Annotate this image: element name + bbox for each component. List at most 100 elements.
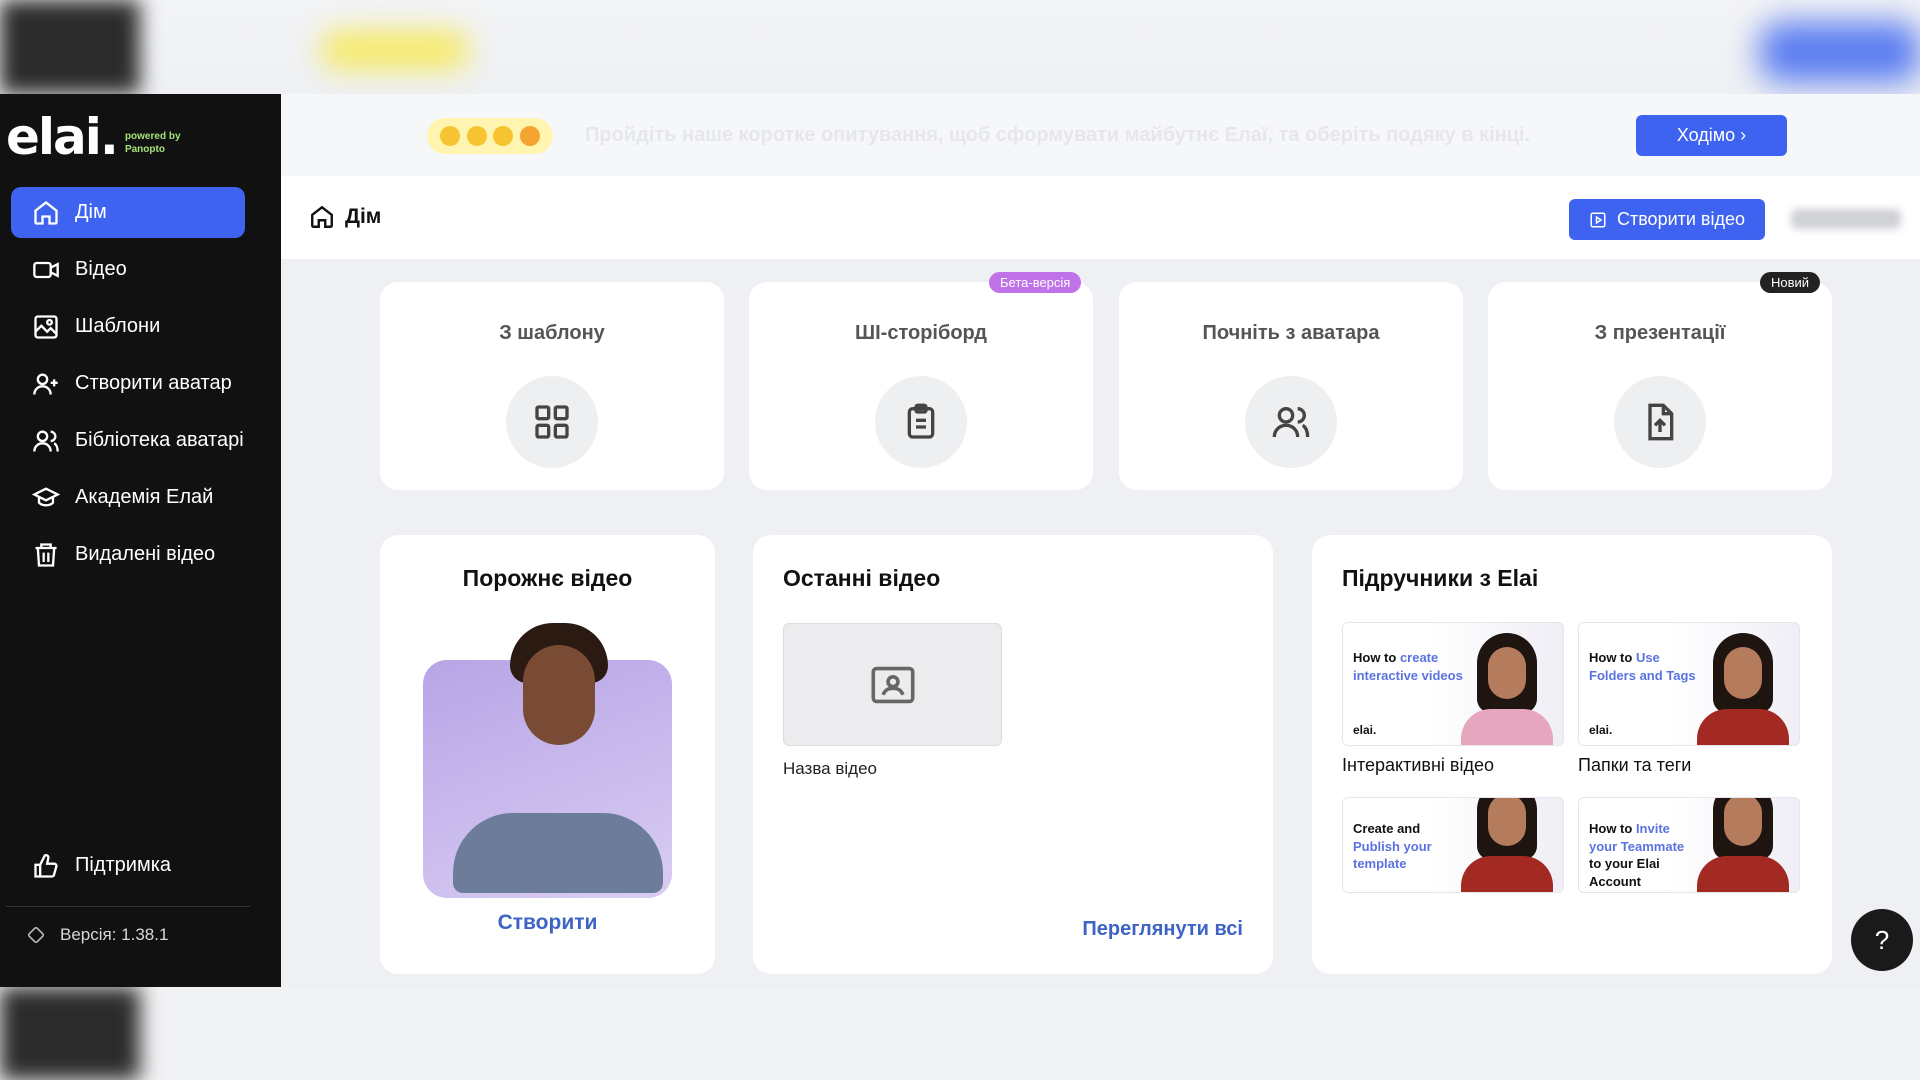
tutorial-thumb-text: Create and Publish your template: [1353, 820, 1463, 873]
start-card-from-template[interactable]: З шаблону: [380, 282, 724, 490]
avatar-figure: [423, 623, 672, 898]
survey-banner: Пройдіть наше коротке опитування, щоб сф…: [281, 94, 1920, 176]
version-info: Версія: 1.38.1: [26, 925, 169, 945]
emoji-slight-smile-icon: [466, 126, 487, 146]
logo-wordmark: elai.: [6, 108, 119, 166]
tutorial-thumb-text: How to Invite your Teammate to your Elai…: [1589, 820, 1699, 890]
survey-text: Пройдіть наше коротке опитування, щоб сф…: [585, 124, 1531, 146]
tutorials-card: Підручники з Elai How to create interact…: [1312, 535, 1832, 974]
start-card-ai-storyboard[interactable]: Бета-версія ШІ-сторіборд: [749, 272, 1093, 490]
elai-logo[interactable]: elai. powered by Panopto: [6, 112, 181, 162]
home-icon: [311, 205, 333, 228]
tutorial-text-pre: Create and: [1353, 821, 1421, 836]
sidebar-item-create-avatar[interactable]: Створити аватар: [11, 358, 245, 409]
avatar-body: [453, 813, 663, 893]
tutorial-text-pre: How to: [1353, 650, 1400, 665]
breadcrumb: Дім: [309, 204, 381, 230]
sidebar-item-templates[interactable]: Шаблони: [11, 301, 245, 352]
presenter-figure: [1697, 798, 1789, 892]
trash-icon: [31, 540, 61, 570]
tutorial-text-post: to your Elai Account: [1589, 856, 1660, 889]
start-card-title: Почніть з аватара: [1202, 322, 1380, 344]
empty-video-card: Порожнє відео Створити: [380, 535, 715, 974]
tutorial-thumbnail[interactable]: How to Invite your Teammate to your Elai…: [1578, 797, 1800, 893]
sidebar-item-label: Видалені відео: [75, 543, 216, 565]
sidebar-item-label: Створити аватар: [75, 372, 232, 394]
card-title: Останні відео: [783, 565, 941, 591]
tutorial-label[interactable]: Інтерактивні відео: [1342, 755, 1494, 776]
tutorial-text-pre: How to: [1589, 821, 1636, 836]
blurred-shape: [1760, 22, 1920, 82]
video-camera-icon: [31, 255, 61, 285]
cube-icon: [26, 925, 46, 945]
sidebar-item-deleted-videos[interactable]: Видалені відео: [11, 529, 245, 580]
presenter-face: [1724, 798, 1762, 846]
tutorial-thumb-text: How to Use Folders and Tags: [1589, 649, 1699, 684]
view-all-link[interactable]: Переглянути всі: [1082, 918, 1243, 941]
video-title[interactable]: Назва відео: [783, 759, 877, 779]
graduation-cap-icon: [31, 483, 61, 513]
blurred-shape: [0, 987, 140, 1080]
start-card-from-presentation[interactable]: Новий З презентації: [1488, 272, 1832, 490]
powered-by-text: powered by: [124, 131, 181, 142]
video-placeholder-icon: [870, 666, 915, 703]
recent-videos-card: Останні відео Назва відео Переглянути вс…: [753, 535, 1273, 974]
presenter-body: [1461, 709, 1553, 745]
page-header: Дім Створити відео: [281, 176, 1920, 259]
new-video-icon: [1590, 212, 1606, 227]
templates-icon: [31, 312, 61, 342]
powered-by-label: powered by Panopto: [125, 130, 181, 156]
help-button[interactable]: ?: [1851, 909, 1913, 971]
sidebar-item-label: Дім: [75, 201, 107, 223]
sidebar-item-academy[interactable]: Академія Елай: [11, 472, 245, 523]
blurred-background-corner: [0, 0, 140, 94]
sidebar-item-avatar-library[interactable]: Бібліотека аватарів: [11, 415, 245, 466]
beta-badge: Бета-версія: [989, 272, 1082, 293]
thumbs-up-icon: [31, 851, 61, 881]
tutorial-thumbnail[interactable]: How to Use Folders and Tags elai.: [1578, 622, 1800, 746]
tutorial-thumbnail[interactable]: How to create interactive videos elai.: [1342, 622, 1564, 746]
sidebar-item-video[interactable]: Відео: [11, 244, 245, 295]
tutorial-label[interactable]: Папки та теги: [1578, 755, 1691, 776]
emoji-neutral-icon: [440, 126, 461, 146]
users-icon: [31, 426, 61, 456]
tutorial-thumbnail[interactable]: Create and Publish your template: [1342, 797, 1564, 893]
sidebar-item-home[interactable]: Дім: [11, 187, 245, 238]
sidebar-item-label: Підтримка: [75, 854, 172, 876]
home-icon: [31, 198, 61, 228]
create-empty-video-link[interactable]: Створити: [380, 911, 715, 935]
start-card-title: З презентації: [1594, 322, 1726, 344]
app-window: elai. powered by Panopto Дім Відео Шабло…: [0, 94, 1920, 987]
add-user-icon: [31, 369, 61, 399]
tutorial-brand: elai.: [1353, 723, 1377, 737]
start-card-title: З шаблону: [499, 322, 605, 344]
start-card-title: ШІ-сторіборд: [855, 322, 987, 344]
sidebar-divider: [6, 906, 250, 907]
video-thumbnail[interactable]: [783, 623, 1002, 746]
presenter-body: [1697, 856, 1789, 892]
clipboard-icon: [875, 376, 967, 468]
presenter-face: [1488, 647, 1526, 699]
page-title: Дім: [345, 205, 382, 228]
new-badge: Новий: [1760, 272, 1821, 293]
presenter-body: [1697, 709, 1789, 745]
version-text: Версія: 1.38.1: [60, 925, 169, 944]
card-title: Підручники з Elai: [1342, 565, 1539, 591]
sidebar-item-label: Шаблони: [75, 315, 161, 337]
survey-go-button[interactable]: Ходімо ›: [1636, 115, 1787, 156]
tutorial-thumb-text: How to create interactive videos: [1353, 649, 1463, 684]
presenter-body: [1461, 856, 1553, 892]
presenter-figure: [1697, 625, 1789, 745]
tutorial-text-highlight: Publish your template: [1353, 838, 1432, 872]
users-icon: [1245, 376, 1337, 468]
create-video-button[interactable]: Створити відео: [1569, 199, 1765, 240]
sidebar-item-label: Академія Елай: [75, 486, 214, 508]
avatar-face: [523, 645, 595, 745]
file-upload-icon: [1614, 376, 1706, 468]
powered-by-brand: Panopto: [124, 144, 165, 155]
user-menu-blurred[interactable]: [1791, 209, 1901, 229]
presenter-figure: [1461, 625, 1553, 745]
start-card-from-avatar[interactable]: Почніть з аватара: [1119, 282, 1463, 490]
sidebar-item-support[interactable]: Підтримка: [11, 840, 245, 891]
sidebar-item-label: Відео: [75, 258, 127, 280]
